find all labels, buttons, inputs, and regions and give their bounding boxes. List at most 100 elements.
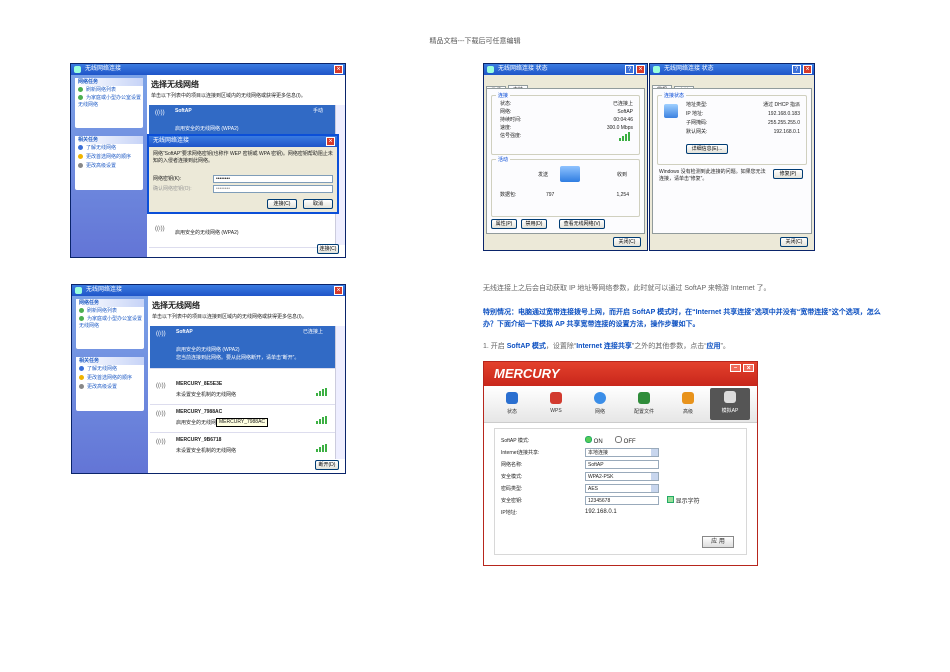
tooltip: MERCURY_7988AC	[216, 418, 269, 427]
close-icon[interactable]: ×	[636, 65, 645, 74]
toolbar-softap[interactable]: 模拟AP	[710, 388, 750, 420]
address-type-label: 地址类型:	[686, 102, 708, 108]
learn-wireless-link[interactable]: 了解无线网络	[76, 365, 144, 374]
network-value: SoftAP	[617, 109, 633, 115]
repair-button[interactable]: 修复(P)	[773, 169, 803, 179]
toolbar-status[interactable]: 状态	[492, 389, 532, 415]
star-icon	[79, 375, 84, 381]
wps-icon	[550, 392, 562, 404]
title-bar: 无线网络连接 ×	[71, 64, 345, 75]
toolbar-network[interactable]: 网络	[580, 389, 620, 415]
close-button[interactable]: 关闭(C)	[780, 237, 808, 247]
close-button[interactable]: 关闭(C)	[613, 237, 641, 247]
view-networks-button[interactable]: 查看无线网络(V)	[559, 219, 605, 229]
disable-button[interactable]: 禁用(D)	[521, 219, 547, 229]
profile-icon	[638, 392, 650, 404]
setup-home-network-link[interactable]: 为家庭或小型办公室设置无线网络	[75, 95, 143, 109]
speed-label: 速度:	[500, 125, 512, 131]
antenna-icon: ((ı))	[156, 411, 166, 417]
cancel-button[interactable]: 取消	[303, 199, 333, 209]
properties-button[interactable]: 属性(P)	[491, 219, 517, 229]
paragraph-special-case: 特别情况：电脑通过宽带连接拨号上网，而开启 SoftAP 模式时，在“Inter…	[483, 309, 881, 328]
status-label: 状态:	[500, 101, 512, 107]
info-icon	[79, 366, 84, 372]
refresh-icon	[79, 308, 84, 314]
panel-heading: 相关任务	[75, 136, 143, 144]
learn-wireless-link[interactable]: 了解无线网络	[75, 144, 143, 153]
security-mode-select[interactable]: WPA2-PSK	[585, 472, 659, 481]
tab-content: 连接 状态: 已连接上 网络: SoftAP 持续时间: 00:04:46 速度: 30…	[486, 88, 645, 234]
close-icon[interactable]: ×	[334, 286, 343, 295]
close-icon[interactable]: ×	[326, 137, 335, 146]
settings-icon	[78, 163, 83, 169]
packets-sent-value: 797	[546, 192, 555, 198]
softap-on-radio[interactable]: ON	[585, 436, 603, 446]
advanced-settings-link[interactable]: 更改高级设置	[76, 383, 144, 392]
title-bar: 无线网络连接 状态? ×	[650, 64, 814, 75]
internet-sharing-select[interactable]: 本地连接	[585, 448, 659, 457]
list-item[interactable]: ((ı)) SoftAP 手动 启用安全的无线网络 (WPA2)	[149, 105, 335, 136]
toolbar-profile[interactable]: 配置文件	[624, 389, 664, 415]
close-icon[interactable]: ×	[803, 65, 812, 74]
refresh-network-list-link[interactable]: 刷新网络列表	[76, 307, 144, 316]
duration-value: 00:04:46	[613, 117, 633, 123]
ip-address-label: IP地址:	[501, 510, 518, 516]
title-bar: 无线网络连接 状态? ×	[484, 64, 647, 75]
signal-strength-icon	[316, 388, 327, 396]
softap-settings-panel: SoftAP 模式: ON OFF Internet连接共享: 本地连接 网络名…	[494, 428, 747, 555]
tab-strip: 常规支持	[650, 78, 814, 95]
confirm-key-input[interactable]: ••••••••	[213, 185, 333, 193]
page-title: 选择无线网络	[151, 80, 199, 89]
group-legend: 活动	[496, 156, 511, 163]
connect-button[interactable]: 连接(C)	[317, 244, 339, 254]
internet-sharing-label: Internet连接共享:	[501, 450, 540, 456]
close-icon[interactable]: ×	[334, 65, 343, 74]
toolbar: 状态 WPS 网络 配置文件 高级 模拟AP	[484, 386, 757, 423]
advanced-settings-link[interactable]: 更改高级设置	[75, 162, 143, 171]
refresh-network-list-link[interactable]: 刷新网络列表	[75, 86, 143, 95]
list-item[interactable]: ((ı)) SoftAP 已连接上 启用安全的无线网络 (WPA2) 您当前连接…	[150, 326, 335, 369]
network-list: ((ı)) SoftAP 已连接上 启用安全的无线网络 (WPA2) 您当前连接…	[150, 326, 345, 459]
sidebar: 网络任务 刷新网络列表 为家庭或小型办公室设置无线网络 相关任务 了解无线网络 …	[71, 75, 147, 257]
list-item[interactable]: ((ı)) MERCURY_7988AC 启用安全的无线网络 MERCURY_7…	[150, 406, 335, 433]
network-tasks-panel: 网络任务 刷新网络列表 为家庭或小型办公室设置无线网络	[76, 299, 144, 349]
security-key-input[interactable]: 12345678	[585, 496, 659, 505]
network-adapter-icon	[664, 104, 678, 118]
close-icon[interactable]: ×	[743, 364, 754, 372]
mercury-logo: MERCURY	[494, 366, 560, 381]
instruction-text: 单击以下列表中的项目以连接到区域内的无线网络或获得更多信息(I)。	[152, 314, 307, 320]
minimize-icon[interactable]: –	[730, 364, 741, 372]
gateway-value: 192.168.0.1	[773, 129, 800, 135]
wireless-connection-window: 无线网络连接 × 网络任务 刷新网络列表 为家庭或小型办公室设置无线网络 相关任务…	[70, 63, 346, 258]
window-title: 无线网络连接	[85, 66, 122, 72]
disconnect-button[interactable]: 断开(D)	[315, 460, 339, 470]
related-tasks-panel: 相关任务 了解无线网络 更改首选网络的顺序 更改高级设置	[75, 136, 143, 190]
change-order-link[interactable]: 更改首选网络的顺序	[75, 153, 143, 162]
cipher-type-select[interactable]: AES	[585, 484, 659, 493]
received-label: 收到	[616, 172, 627, 178]
help-icon[interactable]: ?	[625, 65, 634, 74]
list-item[interactable]: ((ı)) MERCURY_8E5E3E 未设置安全机制的无线网络	[150, 378, 335, 405]
signal-strength-icon	[316, 444, 327, 452]
list-item[interactable]: ((ı)) 启用安全的无线网络 (WPA2)	[149, 221, 335, 248]
scrollbar[interactable]	[335, 326, 345, 459]
antenna-icon: ((ı))	[156, 383, 166, 389]
toolbar-wps[interactable]: WPS	[536, 389, 576, 414]
setup-home-network-link[interactable]: 为家庭或小型办公室设置无线网络	[76, 316, 144, 330]
toolbar-advanced[interactable]: 高级	[668, 389, 708, 415]
list-item[interactable]: ((ı)) MERCURY_9B6718 未设置安全机制的无线网络	[150, 434, 335, 459]
network-key-input[interactable]: ••••••••	[213, 175, 333, 183]
show-characters-checkbox[interactable]: 显示字符	[667, 496, 700, 506]
ssid-input[interactable]: SoftAP	[585, 460, 659, 469]
connect-button[interactable]: 连接(C)	[267, 199, 297, 209]
apply-button[interactable]: 应 用	[702, 536, 734, 548]
antenna-icon: ((ı))	[156, 439, 166, 445]
details-button[interactable]: 详细信息(E)...	[686, 144, 728, 154]
help-icon[interactable]: ?	[792, 65, 801, 74]
status-general-window: 无线网络连接 状态?× 常规支持 连接 状态: 已连接上 网络: SoftAP 持续…	[483, 63, 648, 251]
packets-label: 数据包:	[500, 192, 517, 198]
change-order-link[interactable]: 更改首选网络的顺序	[76, 374, 144, 383]
connection-status-group: 连接状态 地址类型: 通过 DHCP 指派 IP 地址: 192.168.0.183…	[657, 92, 807, 165]
softap-off-radio[interactable]: OFF	[615, 436, 636, 446]
security-mode-label: 安全模式:	[501, 474, 523, 480]
